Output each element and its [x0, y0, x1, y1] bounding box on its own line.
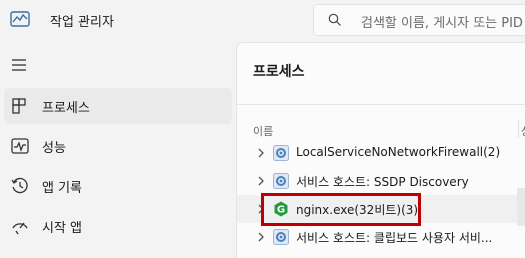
process-name: 서비스 호스트: SSDP Discovery — [296, 175, 469, 189]
table-row[interactable]: 서비스 호스트: SSDP Discovery — [237, 167, 525, 195]
gear-icon — [273, 145, 289, 161]
sidebar-item-label: 프로세스 — [42, 101, 90, 116]
gear-icon — [273, 173, 289, 189]
process-name: 서비스 호스트: 클립보드 사용자 서비... — [296, 231, 493, 245]
sidebar-item-startup-apps[interactable]: 시작 앱 — [4, 208, 232, 244]
chevron-right-icon[interactable] — [257, 175, 265, 187]
search-placeholder: 검색할 이름, 게시자 또는 PID — [361, 16, 523, 31]
gear-icon — [273, 229, 289, 245]
app-history-icon — [11, 177, 28, 194]
sidebar-item-processes[interactable]: 프로세스 — [4, 88, 232, 124]
table-row[interactable]: LocalServiceNoNetworkFirewall(2) — [237, 139, 525, 167]
app-title: 작업 관리자 — [50, 15, 114, 30]
column-separator[interactable] — [518, 120, 519, 138]
scrollbar-edge[interactable] — [517, 188, 525, 226]
chevron-right-icon[interactable] — [257, 231, 265, 243]
task-manager-icon — [10, 11, 30, 27]
sidebar-item-label: 앱 기록 — [42, 181, 83, 196]
process-name: LocalServiceNoNetworkFirewall(2) — [296, 145, 501, 159]
page-title: 프로세스 — [253, 64, 305, 80]
table-row[interactable]: 서비스 호스트: 클립보드 사용자 서비... — [237, 223, 525, 251]
processes-icon — [12, 98, 26, 114]
hamburger-menu-icon[interactable] — [8, 54, 30, 76]
sidebar-item-performance[interactable]: 성능 — [4, 128, 232, 164]
divider — [237, 104, 525, 105]
performance-icon — [11, 138, 29, 154]
column-header-name[interactable]: 이름 — [253, 123, 273, 139]
sidebar-item-label: 성능 — [42, 141, 66, 156]
column-header-status[interactable]: 상 — [521, 123, 525, 139]
processes-panel: 프로세스 이름 상 LocalServiceNoNetworkFirewall(… — [236, 42, 525, 258]
highlight-annotation — [261, 193, 421, 226]
sidebar-item-app-history[interactable]: 앱 기록 — [4, 168, 232, 204]
search-input[interactable]: 검색할 이름, 게시자 또는 PID — [313, 4, 525, 36]
startup-apps-icon — [12, 222, 28, 235]
sidebar-item-label: 시작 앱 — [42, 221, 83, 236]
chevron-right-icon[interactable] — [257, 147, 265, 159]
search-icon — [328, 13, 341, 26]
title-bar: 작업 관리자 검색할 이름, 게시자 또는 PID — [0, 0, 525, 40]
sidebar: 프로세스 성능 앱 기록 시작 앱 — [0, 40, 236, 258]
